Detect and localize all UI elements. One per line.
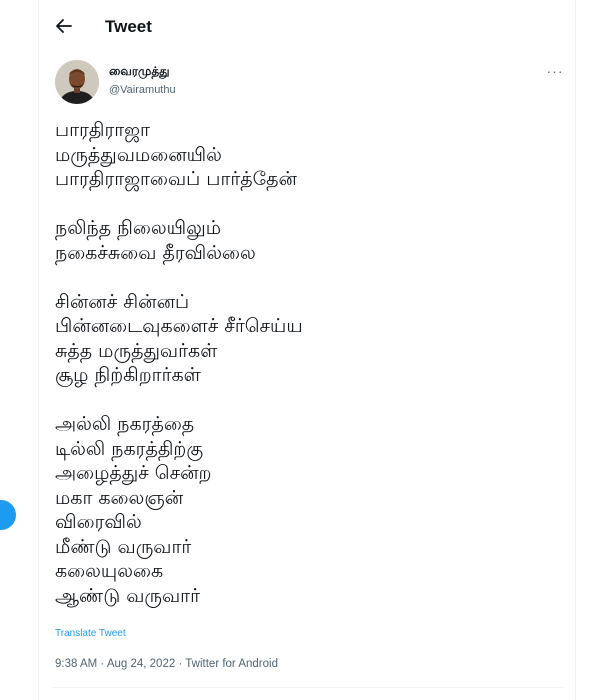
page-title: Tweet (105, 17, 152, 36)
divider (53, 687, 563, 688)
back-button[interactable] (53, 15, 75, 37)
tweet-text: பாரதிராஜா மருத்துவமனையில் பாரதிராஜாவைப் … (55, 118, 555, 608)
left-navigation-rail (0, 0, 39, 700)
tweet-line: சுத்த மருத்துவர்கள் (55, 339, 218, 362)
tweet-line: சூழ நிற்கிறார்கள் (55, 364, 201, 386)
author-name[interactable]: வைரமுத்து (109, 64, 170, 80)
author-handle[interactable]: @Vairamuthu (109, 84, 176, 96)
tweet-line: கலையுலகை (55, 560, 164, 582)
avatar[interactable] (55, 60, 99, 104)
tweet-line: மகா கலைஞன் (55, 486, 184, 509)
tweet-line: பாரதிராஜா (55, 119, 150, 141)
tweet-header: Tweet (39, 0, 575, 53)
more-options-icon[interactable]: ··· (544, 64, 566, 82)
avatar-portrait-icon (55, 60, 99, 104)
tweet-line: அல்லி நகரத்தை (55, 413, 195, 435)
tweet-line: விரைவில் (55, 511, 142, 533)
translate-tweet-link[interactable]: Translate Tweet (55, 628, 126, 639)
tweet-line: நலிந்த நிலையிலும் (55, 217, 221, 239)
tweet-line: அழைத்துச் சென்ற (55, 462, 212, 484)
tweet-line: மீண்டு வருவார் (55, 535, 192, 558)
tweet-time[interactable]: 9:38 AM (55, 658, 97, 670)
tweet-date[interactable]: Aug 24, 2022 (107, 658, 175, 670)
meta-separator: · (178, 658, 183, 670)
tweet-line: பின்னடைவுகளைச் சீர்செய்ய (55, 315, 303, 337)
tweet-line: பாரதிராஜாவைப் பார்த்தேன் (55, 168, 297, 190)
tweet-line: ஆண்டு வருவார் (55, 584, 201, 607)
arrow-left-icon (56, 19, 72, 33)
tweet-line: மருத்துவமனையில் (55, 143, 222, 166)
tweet-metadata: 9:38 AM · Aug 24, 2022 · Twitter for And… (55, 658, 278, 670)
tweet-source[interactable]: Twitter for Android (185, 658, 278, 670)
right-sidebar-edge (575, 0, 600, 700)
meta-separator: · (100, 658, 105, 670)
tweet-line: டில்லி நகரத்திற்கு (55, 437, 204, 460)
tweet-column: Tweet வைரமுத்து @Vairamuthu ··· பாரதிராஜ… (39, 0, 575, 700)
tweet-line: நகைச்சுவை தீரவில்லை (55, 241, 256, 264)
tweet-line: சின்னச் சின்னப் (55, 290, 190, 313)
